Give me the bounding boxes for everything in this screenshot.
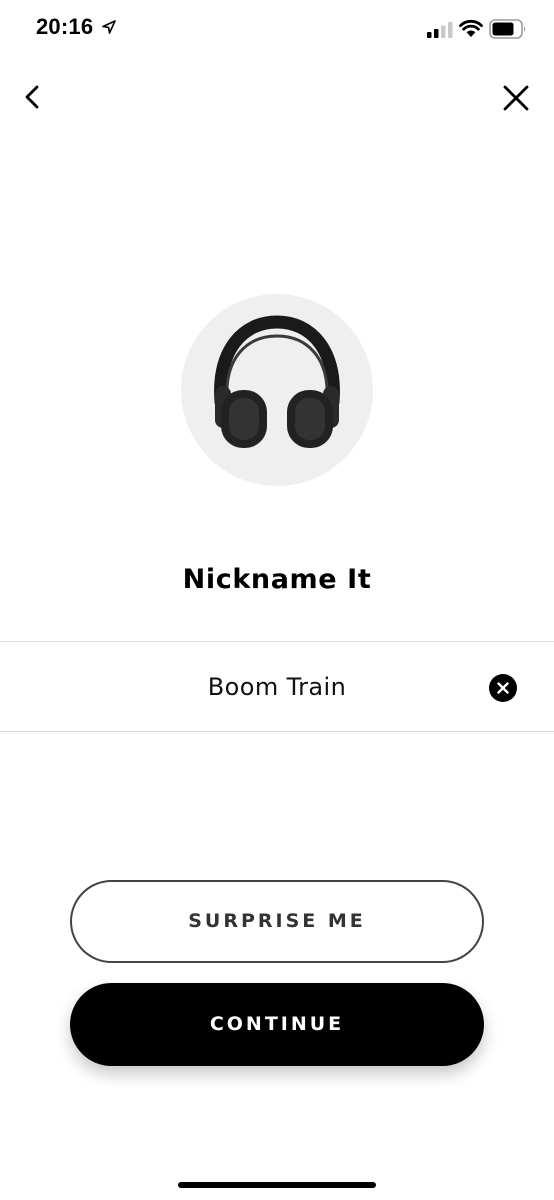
back-button[interactable] <box>16 80 50 114</box>
clear-circle-icon <box>497 682 509 694</box>
close-icon <box>503 85 529 111</box>
nickname-input[interactable] <box>80 642 474 731</box>
status-bar: 20:16 <box>0 0 554 60</box>
surprise-me-button[interactable]: SURPRISE ME <box>70 880 484 963</box>
device-image <box>181 294 373 486</box>
battery-icon <box>489 19 527 39</box>
nickname-row <box>0 641 554 732</box>
continue-button[interactable]: CONTINUE <box>70 983 484 1066</box>
clear-button[interactable] <box>489 674 517 702</box>
chevron-left-icon <box>25 85 39 109</box>
home-indicator[interactable] <box>178 1182 376 1188</box>
page-title: Nickname It <box>182 564 372 595</box>
close-button[interactable] <box>498 80 534 116</box>
cellular-signal-icon <box>427 21 453 38</box>
wifi-icon <box>459 19 483 38</box>
status-time: 20:16 <box>36 14 94 39</box>
headphones-icon <box>214 315 340 448</box>
location-arrow-icon <box>101 19 117 35</box>
